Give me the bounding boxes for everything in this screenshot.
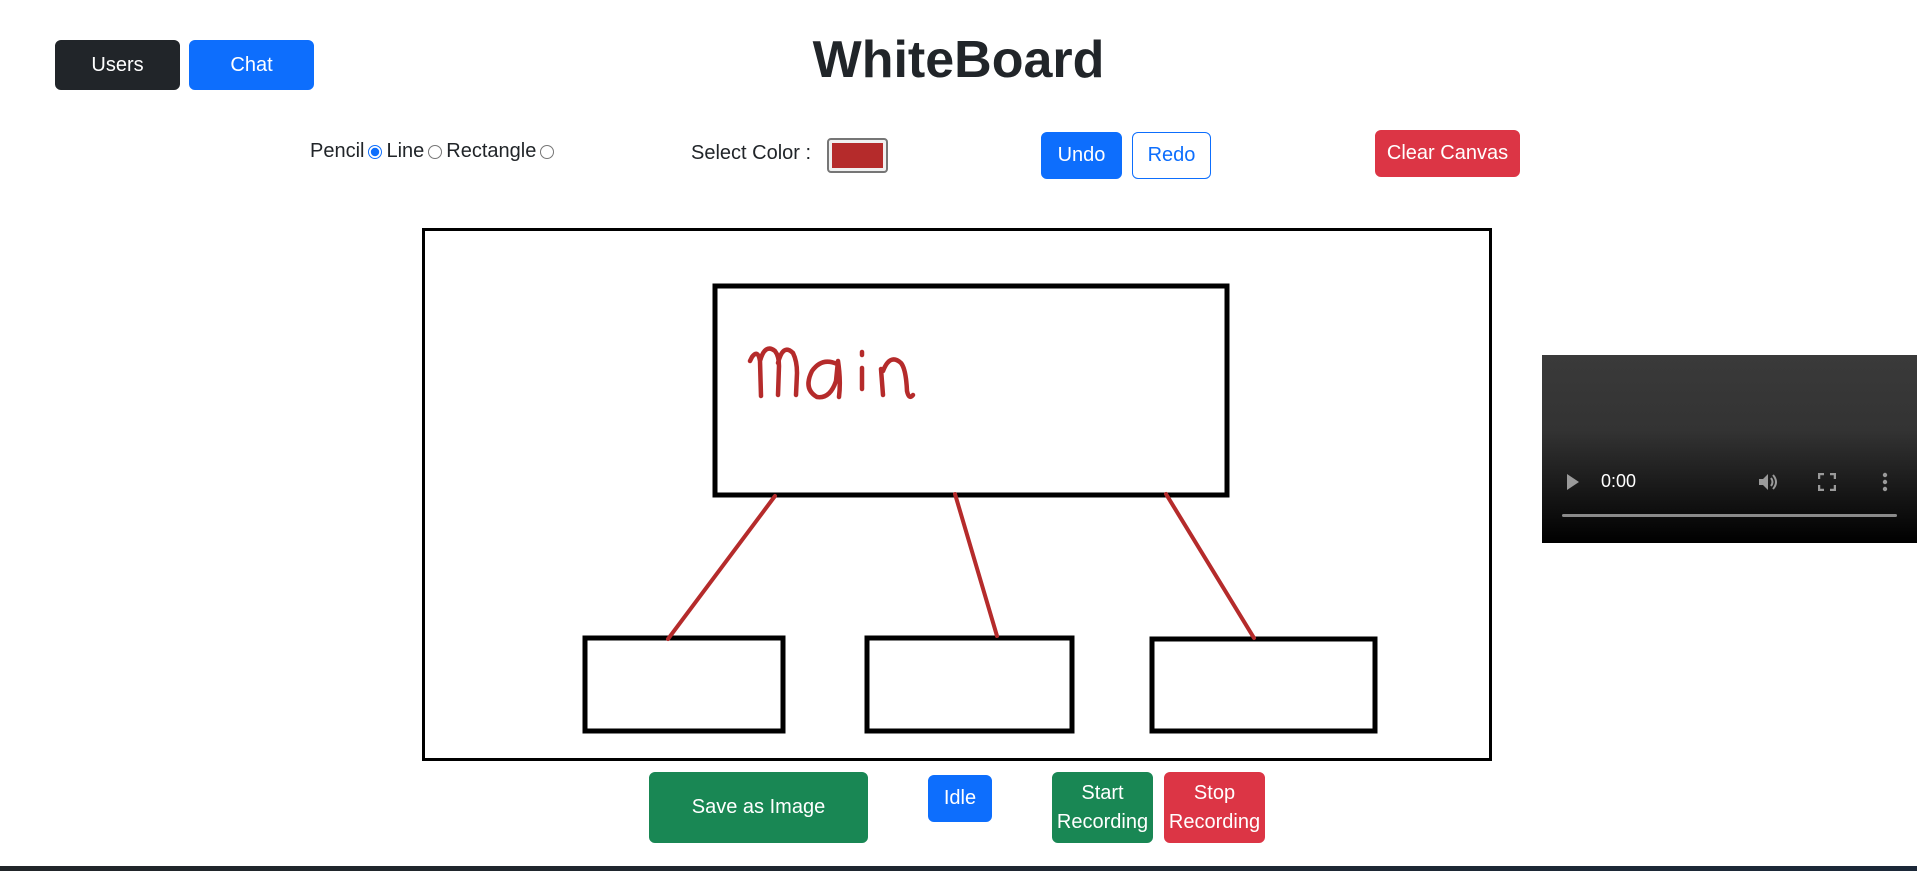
footer-bar — [0, 866, 1917, 871]
tool-selector: Pencil Line Rectangle — [310, 140, 556, 163]
canvas-drawing — [582, 283, 1378, 734]
volume-icon[interactable] — [1758, 472, 1780, 492]
handwritten-text-main — [747, 346, 916, 400]
play-icon[interactable] — [1566, 473, 1580, 491]
drawn-line-1 — [666, 494, 777, 641]
tool-radio-pencil[interactable] — [368, 144, 383, 159]
drawn-rectangle-child-2 — [864, 635, 1075, 734]
drawn-rectangle-child-3 — [1149, 636, 1378, 734]
video-progress-bar[interactable] — [1562, 514, 1897, 517]
color-picker[interactable] — [827, 138, 888, 173]
undo-button[interactable]: Undo — [1041, 132, 1122, 179]
clear-canvas-button[interactable]: Clear Canvas — [1375, 130, 1520, 177]
video-current-time: 0:00 — [1601, 471, 1637, 491]
start-recording-button[interactable]: Start Recording — [1052, 772, 1153, 843]
whiteboard-canvas[interactable] — [422, 228, 1492, 761]
tool-radio-rectangle[interactable] — [540, 144, 555, 159]
tool-label-rectangle: Rectangle — [446, 140, 537, 162]
drawn-line-2 — [953, 492, 999, 638]
status-idle-button[interactable]: Idle — [928, 775, 992, 822]
save-as-image-button[interactable]: Save as Image — [649, 772, 868, 843]
video-player[interactable]: 0:00 — [1542, 355, 1917, 543]
more-options-icon[interactable] — [1882, 472, 1888, 492]
drawn-rectangle-main — [712, 283, 1230, 498]
tool-label-line: Line — [386, 140, 425, 162]
color-picker-fill — [832, 143, 883, 168]
drawn-rectangle-child-1 — [582, 635, 786, 734]
stop-recording-button[interactable]: Stop Recording — [1164, 772, 1265, 843]
select-color-label: Select Color : — [691, 142, 812, 164]
page-title: WhiteBoard — [812, 31, 1105, 89]
drawn-line-3 — [1164, 492, 1256, 640]
tool-radio-line[interactable] — [428, 144, 443, 159]
fullscreen-icon[interactable] — [1818, 473, 1836, 491]
tool-label-pencil: Pencil — [310, 140, 365, 162]
redo-button[interactable]: Redo — [1132, 132, 1211, 179]
